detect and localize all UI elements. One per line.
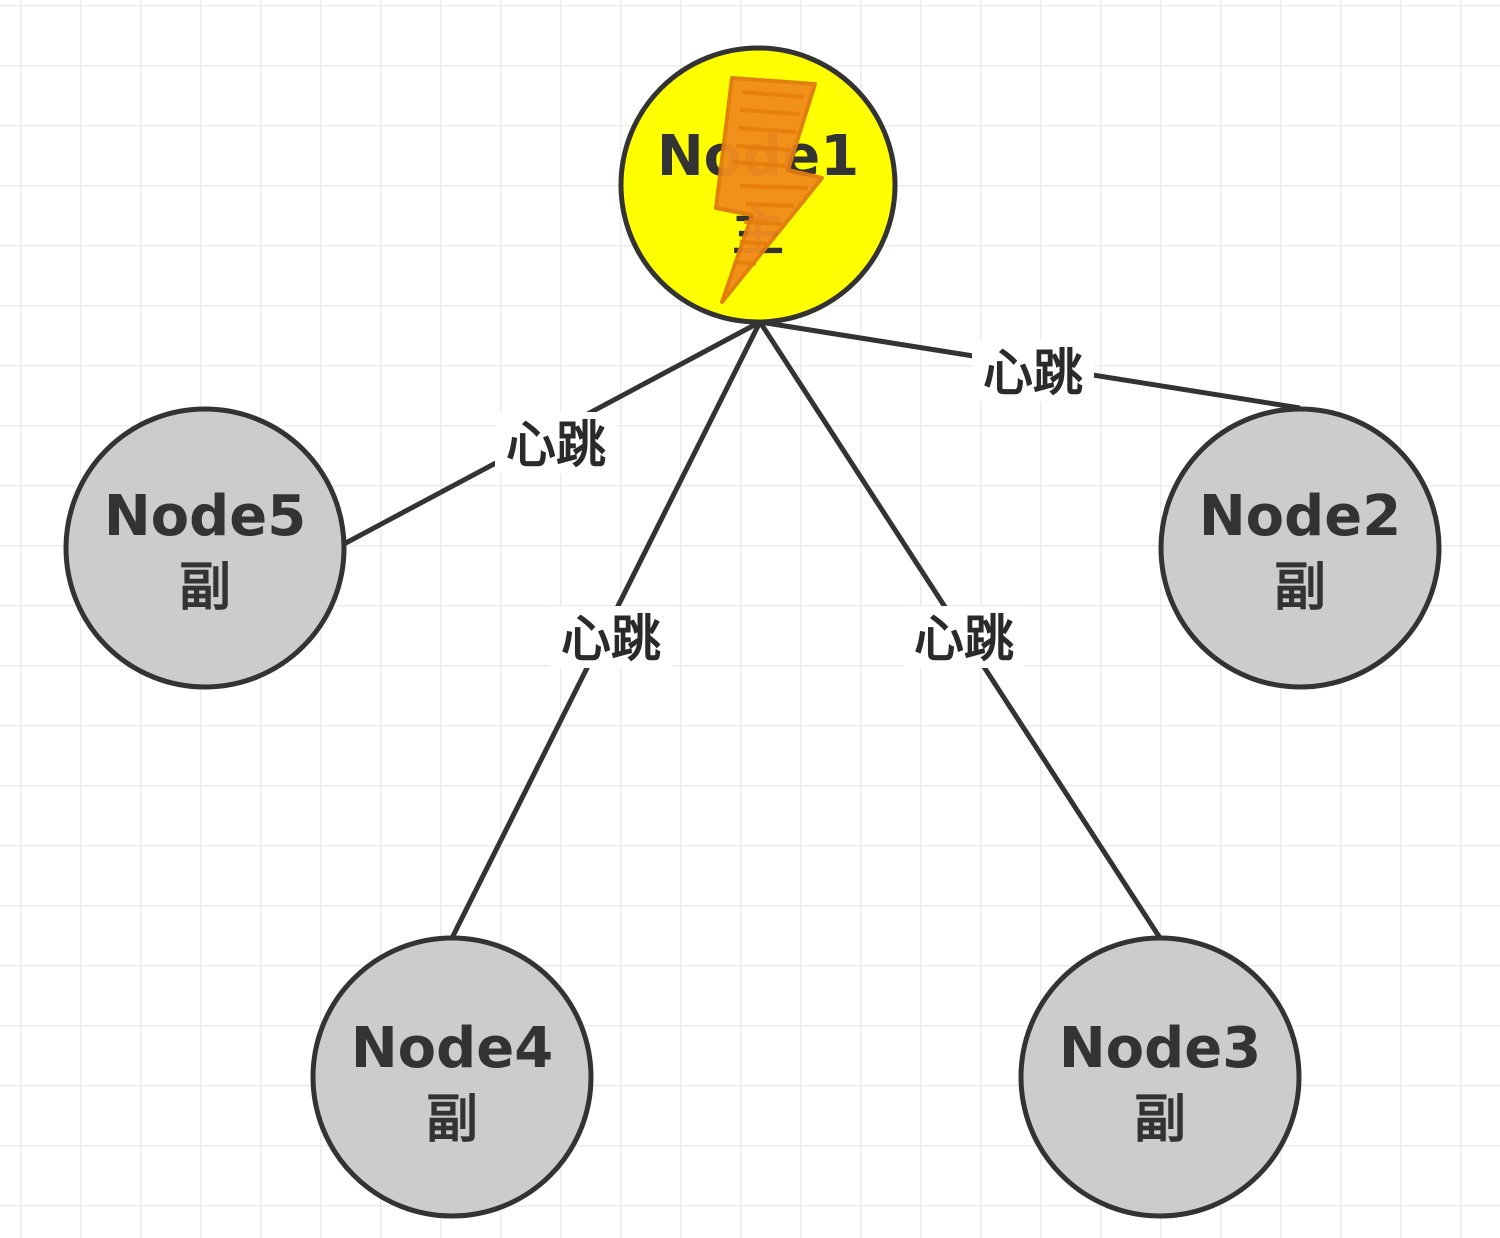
edge-label-node1-node3[interactable]: 心跳: [903, 606, 1025, 668]
edge-label-text: 心跳: [914, 610, 1014, 668]
node5-role: 副: [179, 558, 231, 618]
edge-label-text: 心跳: [561, 610, 661, 668]
diagram-canvas: 心跳 心跳 心跳 心跳 Node1 主 Node2 副 Node3: [0, 0, 1500, 1238]
node3-title: Node3: [1059, 1016, 1261, 1081]
edge-label-text: 心跳: [983, 344, 1083, 402]
node5-title: Node5: [104, 484, 306, 549]
node1[interactable]: Node1 主: [618, 45, 898, 325]
node2[interactable]: Node2 副: [1158, 406, 1442, 690]
edge-label-text: 心跳: [506, 416, 606, 474]
node3-role: 副: [1134, 1090, 1186, 1150]
node4[interactable]: Node4 副: [310, 935, 594, 1219]
node3[interactable]: Node3 副: [1018, 935, 1302, 1219]
edge-label-node1-node5[interactable]: 心跳: [495, 412, 617, 474]
node2-title: Node2: [1199, 484, 1401, 549]
node5[interactable]: Node5 副: [63, 406, 347, 690]
edge-label-node1-node4[interactable]: 心跳: [550, 606, 672, 668]
node4-role: 副: [426, 1090, 478, 1150]
edge-label-node1-node2[interactable]: 心跳: [972, 340, 1094, 402]
node2-role: 副: [1274, 558, 1326, 618]
node4-title: Node4: [351, 1016, 553, 1081]
